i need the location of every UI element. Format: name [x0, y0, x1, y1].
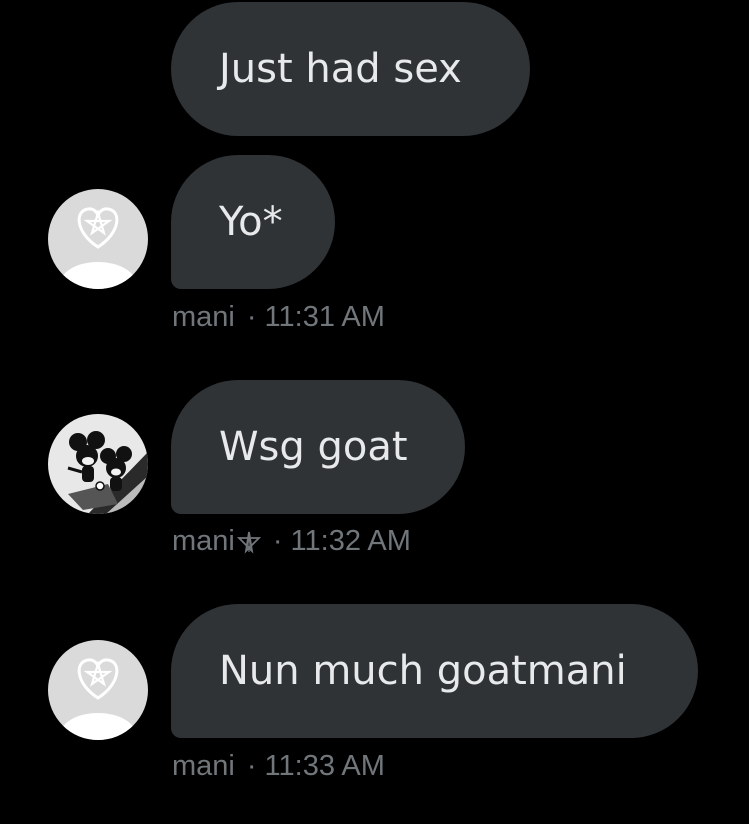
pentagram-star-icon: [236, 530, 261, 554]
message-time: 11:31 AM: [264, 301, 385, 333]
message-text: Just had sex: [219, 46, 462, 92]
message-text: Wsg goat: [219, 424, 408, 470]
message-meta: mani · 11:31 AM: [172, 301, 385, 334]
pentagram-heart-avatar[interactable]: [48, 189, 148, 289]
meta-separator: ·: [246, 750, 257, 782]
message-time: 11:33 AM: [264, 750, 385, 782]
message-bubble[interactable]: Yo*: [171, 155, 335, 289]
sender-name[interactable]: mani: [172, 750, 235, 783]
message-bubble[interactable]: Nun much goatmani: [171, 604, 698, 738]
message-meta: mani · 11:32 AM: [172, 525, 411, 558]
message-time: 11:32 AM: [290, 525, 411, 557]
message-meta: mani · 11:33 AM: [172, 750, 385, 783]
message-text: Yo*: [219, 199, 283, 245]
message-text: Nun much goatmani: [219, 648, 627, 694]
message-bubble[interactable]: Wsg goat: [171, 380, 465, 514]
meta-separator: ·: [246, 301, 257, 333]
message-bubble[interactable]: Just had sex: [171, 2, 530, 136]
meta-separator: ·: [272, 525, 283, 557]
cartoon-mouse-avatar[interactable]: [48, 414, 148, 514]
sender-name[interactable]: mani: [172, 301, 235, 334]
sender-name[interactable]: mani: [172, 525, 235, 558]
pentagram-heart-avatar[interactable]: [48, 640, 148, 740]
